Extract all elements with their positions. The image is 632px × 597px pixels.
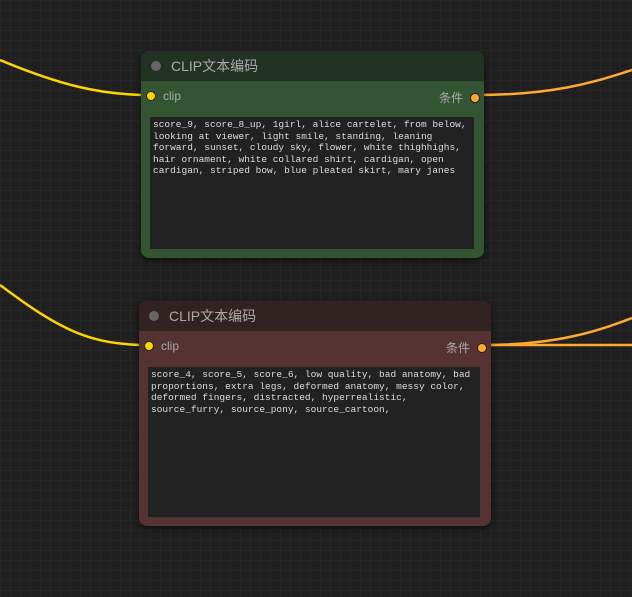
conditioning-output-slot[interactable]: 条件 <box>446 339 487 356</box>
collapse-dot-icon[interactable] <box>151 61 161 71</box>
prompt-textarea[interactable]: score_4, score_5, score_6, low quality, … <box>148 367 480 517</box>
clip-wire-negative <box>0 283 149 347</box>
node-title: CLIP文本编码 <box>171 58 259 74</box>
node-header[interactable]: CLIP文本编码 <box>141 51 484 81</box>
output-label: 条件 <box>438 91 463 105</box>
output-label: 条件 <box>445 341 470 355</box>
clip-text-encode-node-negative[interactable]: CLIP文本编码 clip 条件 score_4, score_5, score… <box>139 301 491 526</box>
output-dot-icon[interactable] <box>477 342 487 353</box>
node-header[interactable]: CLIP文本编码 <box>139 301 491 331</box>
clip-wire-positive <box>0 58 151 97</box>
output-dot-icon[interactable] <box>470 92 480 103</box>
node-title: CLIP文本编码 <box>169 308 257 324</box>
cond-wire-positive <box>475 68 632 97</box>
input-dot-icon[interactable] <box>146 91 156 101</box>
conditioning-output-slot[interactable]: 条件 <box>439 89 480 106</box>
input-label: clip <box>161 339 180 353</box>
prompt-textarea[interactable]: score_9, score_8_up, 1girl, alice cartel… <box>150 117 474 249</box>
input-label: clip <box>163 89 182 103</box>
clip-text-encode-node-positive[interactable]: CLIP文本编码 clip 条件 score_9, score_8_up, 1g… <box>141 51 484 258</box>
clip-input-slot[interactable]: clip <box>144 339 179 353</box>
cond-wire-negative <box>481 316 632 347</box>
clip-input-slot[interactable]: clip <box>146 89 181 103</box>
input-dot-icon[interactable] <box>144 341 154 351</box>
collapse-dot-icon[interactable] <box>149 311 159 321</box>
